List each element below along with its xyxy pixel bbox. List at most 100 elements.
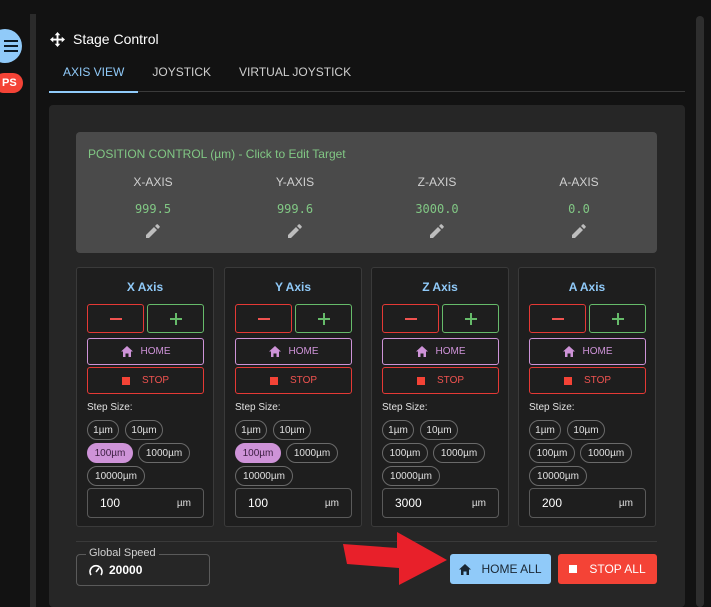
tab-joystick[interactable]: JOYSTICK: [138, 52, 225, 92]
global-speed-field[interactable]: Global Speed 20000: [76, 547, 210, 586]
status-badge[interactable]: PS: [0, 73, 23, 93]
axis-card-y: Y Axis HOME STOP Step Size: 1µm 10µm 100…: [224, 267, 362, 527]
increment-button[interactable]: [589, 304, 646, 333]
position-y[interactable]: Y-AXIS 999.6: [235, 175, 355, 238]
axis-card-z: Z Axis HOME STOP Step Size: 1µm 10µm 100…: [371, 267, 509, 527]
step-chip-10000[interactable]: 10000µm: [87, 466, 145, 486]
home-label: HOME: [435, 346, 466, 357]
menu-button[interactable]: [0, 29, 22, 63]
decrement-button[interactable]: [529, 304, 586, 333]
page-title: Stage Control: [73, 31, 159, 47]
home-button[interactable]: HOME: [235, 338, 352, 365]
step-chip-100[interactable]: 100µm: [87, 443, 133, 463]
minus-icon: [257, 317, 270, 320]
step-chip-100[interactable]: 100µm: [235, 443, 281, 463]
edit-icon[interactable]: [288, 224, 302, 238]
edit-icon[interactable]: [430, 224, 444, 238]
increment-button[interactable]: [295, 304, 352, 333]
position-label: A-AXIS: [559, 175, 599, 189]
stop-button[interactable]: STOP: [87, 367, 204, 394]
step-chip-1000[interactable]: 1000µm: [580, 443, 632, 463]
home-button[interactable]: HOME: [87, 338, 204, 365]
step-size-input[interactable]: 3000 µm: [382, 488, 499, 518]
position-control-card[interactable]: POSITION CONTROL (µm) - Click to Edit Ta…: [76, 132, 657, 253]
axis-title: Z Axis: [422, 280, 458, 294]
position-value: 999.5: [134, 202, 172, 216]
step-chip-10[interactable]: 10µm: [273, 420, 311, 440]
step-chip-1[interactable]: 1µm: [87, 420, 119, 440]
step-value: 100: [248, 496, 269, 510]
decrement-button[interactable]: [87, 304, 144, 333]
stop-button[interactable]: STOP: [235, 367, 352, 394]
step-chip-100[interactable]: 100µm: [382, 443, 428, 463]
stop-label: STOP: [436, 375, 465, 386]
step-unit: µm: [324, 497, 339, 509]
home-icon: [459, 563, 472, 575]
step-value: 100: [100, 496, 121, 510]
home-button[interactable]: HOME: [529, 338, 646, 365]
position-label: Z-AXIS: [417, 175, 457, 189]
red-arrow-annotation: [343, 532, 447, 585]
stop-icon: [563, 376, 572, 385]
stop-button[interactable]: STOP: [529, 367, 646, 394]
position-value: 3000.0: [415, 202, 459, 216]
stop-button[interactable]: STOP: [382, 367, 499, 394]
step-chip-1[interactable]: 1µm: [382, 420, 414, 440]
position-a[interactable]: A-AXIS 0.0: [519, 175, 639, 238]
step-chip-10000[interactable]: 10000µm: [235, 466, 293, 486]
step-chip-10[interactable]: 10µm: [420, 420, 458, 440]
decrement-button[interactable]: [382, 304, 439, 333]
speedometer-icon: [89, 564, 103, 576]
step-value: 3000: [395, 496, 422, 510]
edit-icon[interactable]: [572, 224, 586, 238]
step-size-input[interactable]: 200 µm: [529, 488, 646, 518]
plus-icon: [169, 312, 182, 325]
global-speed-label: Global Speed: [86, 547, 159, 559]
step-size-label: Step Size:: [382, 402, 428, 413]
home-label: HOME: [288, 346, 319, 357]
move-icon: [50, 31, 65, 47]
step-chip-10[interactable]: 10µm: [125, 420, 163, 440]
step-unit: µm: [618, 497, 633, 509]
position-value: 0.0: [568, 202, 590, 216]
increment-button[interactable]: [147, 304, 204, 333]
step-chip-1[interactable]: 1µm: [529, 420, 561, 440]
step-unit: µm: [176, 497, 191, 509]
step-size-label: Step Size:: [235, 402, 281, 413]
stop-icon: [416, 376, 425, 385]
edit-icon[interactable]: [146, 224, 160, 238]
stop-all-button[interactable]: STOP ALL: [558, 554, 657, 584]
step-chip-1000[interactable]: 1000µm: [286, 443, 338, 463]
home-icon: [120, 346, 133, 357]
step-chip-1000[interactable]: 1000µm: [433, 443, 485, 463]
step-unit: µm: [471, 497, 486, 509]
scrollbar-thumb[interactable]: [696, 16, 704, 607]
position-z[interactable]: Z-AXIS 3000.0: [377, 175, 497, 238]
step-chip-1[interactable]: 1µm: [235, 420, 267, 440]
stop-icon: [121, 376, 130, 385]
increment-button[interactable]: [442, 304, 499, 333]
stop-icon: [269, 376, 278, 385]
minus-icon: [551, 317, 564, 320]
step-chip-10[interactable]: 10µm: [567, 420, 605, 440]
tab-bar: AXIS VIEW JOYSTICK VIRTUAL JOYSTICK: [49, 52, 685, 93]
page-header: Stage Control: [50, 30, 159, 48]
tab-axis-view[interactable]: AXIS VIEW: [49, 52, 139, 93]
home-all-button[interactable]: HOME ALL: [450, 554, 551, 584]
step-chip-1000[interactable]: 1000µm: [138, 443, 190, 463]
home-icon: [415, 346, 428, 357]
position-x[interactable]: X-AXIS 999.5: [93, 175, 213, 238]
home-button[interactable]: HOME: [382, 338, 499, 365]
step-size-label: Step Size:: [87, 402, 133, 413]
step-chip-100[interactable]: 100µm: [529, 443, 575, 463]
step-size-input[interactable]: 100 µm: [235, 488, 352, 518]
tab-virtual-joystick[interactable]: VIRTUAL JOYSTICK: [225, 52, 365, 92]
position-label: Y-AXIS: [275, 175, 315, 189]
step-size-input[interactable]: 100 µm: [87, 488, 204, 518]
menu-icon: [4, 40, 18, 52]
plus-icon: [464, 312, 477, 325]
step-chip-10000[interactable]: 10000µm: [382, 466, 440, 486]
axis-card-x: X Axis HOME STOP Step Size: 1µm 10µm 100…: [76, 267, 214, 527]
decrement-button[interactable]: [235, 304, 292, 333]
step-chip-10000[interactable]: 10000µm: [529, 466, 587, 486]
